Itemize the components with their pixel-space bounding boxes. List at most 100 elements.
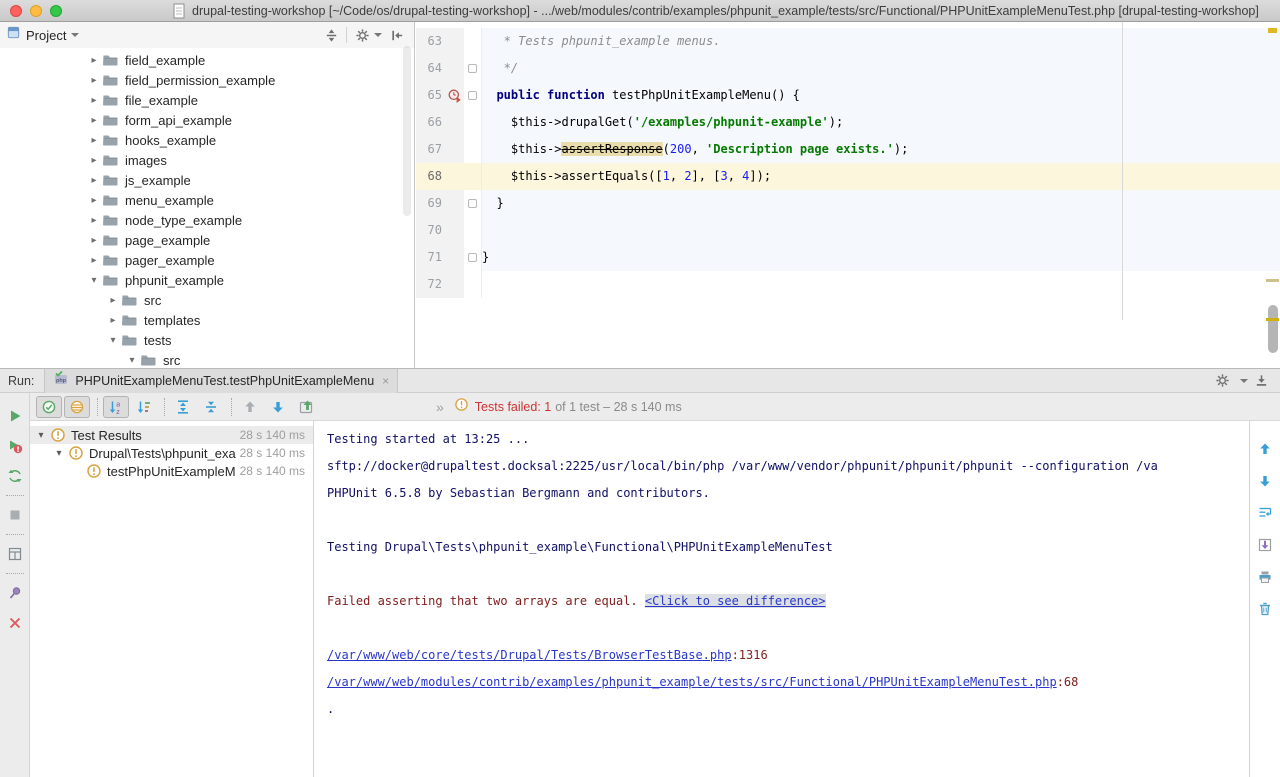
chevron-right-icon[interactable]: ▸ <box>86 115 102 126</box>
gear-icon[interactable] <box>351 25 373 45</box>
scroll-to-end-icon[interactable] <box>1253 529 1277 561</box>
line-number: 68 <box>416 163 446 190</box>
chevron-right-icon[interactable]: ▸ <box>86 95 102 106</box>
hide-window-icon[interactable] <box>1248 370 1274 392</box>
close-icon[interactable] <box>3 608 27 638</box>
gear-icon[interactable] <box>1209 370 1235 392</box>
project-scrollbar[interactable] <box>403 46 411 216</box>
project-tree-item[interactable]: ▸templates <box>0 310 414 330</box>
code-line[interactable]: */ <box>482 55 1280 82</box>
code-line[interactable]: * Tests phpunit_example menus. <box>482 28 1280 55</box>
warning-stripe-mark[interactable] <box>1268 28 1277 33</box>
close-tab-icon[interactable]: × <box>382 374 389 388</box>
console-link[interactable]: /var/www/web/modules/contrib/examples/ph… <box>327 675 1057 689</box>
chevrons-icon[interactable]: » <box>436 399 444 415</box>
chevron-right-icon[interactable]: ▸ <box>86 155 102 166</box>
project-tree-item[interactable]: ▸js_example <box>0 170 414 190</box>
project-tree-item[interactable]: ▸field_example <box>0 50 414 70</box>
chevron-right-icon[interactable]: ▸ <box>86 255 102 266</box>
code-line[interactable] <box>482 271 1280 298</box>
fold-marker-icon[interactable] <box>464 82 482 109</box>
collapse-all-icon[interactable] <box>198 396 224 418</box>
toggle-auto-test-icon[interactable] <box>3 461 27 491</box>
run-tab[interactable]: php PHPUnitExampleMenuTest.testPhpUnitEx… <box>44 369 398 393</box>
chevron-down-icon[interactable] <box>374 33 382 37</box>
show-ignored-icon[interactable] <box>64 396 90 418</box>
pin-tab-icon[interactable] <box>3 578 27 608</box>
show-passed-icon[interactable] <box>36 396 62 418</box>
project-tree-item[interactable]: ▸form_api_example <box>0 110 414 130</box>
project-tree-item[interactable]: ▸page_example <box>0 230 414 250</box>
test-tree-row[interactable]: ▾Drupal\Tests\phpunit_example\Functional… <box>30 444 313 462</box>
chevron-down-icon[interactable]: ▾ <box>50 448 68 459</box>
next-failed-test-icon[interactable] <box>265 396 291 418</box>
code-line[interactable] <box>482 217 1280 244</box>
test-failed-badge-icon <box>86 463 102 479</box>
fold-marker-icon[interactable] <box>464 244 482 271</box>
project-tree-item[interactable]: ▸pager_example <box>0 250 414 270</box>
sort-by-duration-icon[interactable] <box>131 396 157 418</box>
chevron-right-icon[interactable]: ▸ <box>86 55 102 66</box>
chevron-right-icon[interactable]: ▸ <box>105 315 121 326</box>
expand-all-icon[interactable] <box>170 396 196 418</box>
project-tree-item[interactable]: ▸node_type_example <box>0 210 414 230</box>
project-tree-item-label: hooks_example <box>125 133 216 148</box>
test-tree-row[interactable]: ▾Test Results28 s 140 ms <box>30 426 313 444</box>
chevron-right-icon[interactable]: ▸ <box>86 235 102 246</box>
code-line[interactable]: } <box>482 244 1280 271</box>
chevron-down-icon[interactable]: ▾ <box>124 355 140 366</box>
editor-scrollbar[interactable] <box>1268 305 1278 353</box>
chevron-right-icon[interactable]: ▸ <box>86 195 102 206</box>
project-tree-item[interactable]: ▸file_example <box>0 90 414 110</box>
import-test-results-icon[interactable] <box>293 396 319 418</box>
hide-panel-icon[interactable] <box>386 25 408 45</box>
chevron-down-icon[interactable]: ▾ <box>86 275 102 286</box>
project-tree-item[interactable]: ▸menu_example <box>0 190 414 210</box>
chevron-down-icon[interactable]: ▾ <box>32 430 50 441</box>
project-tree-item[interactable]: ▸field_permission_example <box>0 70 414 90</box>
chevron-right-icon[interactable]: ▸ <box>86 175 102 186</box>
rerun-failed-tests-icon[interactable] <box>3 431 27 461</box>
code-line[interactable]: $this->assertEquals([1, 2], [3, 4]); <box>482 163 1280 190</box>
console-link[interactable]: <Click to see difference> <box>645 594 826 608</box>
test-tree-row[interactable]: testPhpUnitExampleMenu28 s 140 ms <box>30 462 313 480</box>
project-tree-item[interactable]: ▸images <box>0 150 414 170</box>
chevron-down-icon[interactable]: ▾ <box>105 335 121 346</box>
folder-icon <box>102 132 120 148</box>
console-link[interactable]: /var/www/web/core/tests/Drupal/Tests/Bro… <box>327 648 732 662</box>
down-stack-trace-icon[interactable] <box>1253 465 1277 497</box>
project-tree-item[interactable]: ▸ hooks_example <box>0 130 414 150</box>
failed-test-clock-icon[interactable] <box>446 82 464 109</box>
chevron-right-icon[interactable]: ▸ <box>86 135 102 146</box>
close-window-button[interactable] <box>10 5 22 17</box>
project-tree-item[interactable]: ▾phpunit_example <box>0 270 414 290</box>
rerun-icon[interactable] <box>3 401 27 431</box>
soft-wrap-icon[interactable] <box>1253 497 1277 529</box>
code-line[interactable]: public function testPhpUnitExampleMenu()… <box>482 82 1280 109</box>
fold-marker-icon[interactable] <box>464 190 482 217</box>
chevron-down-icon[interactable] <box>1240 379 1248 383</box>
warning-stripe-mark[interactable] <box>1266 318 1279 321</box>
code-line[interactable]: } <box>482 190 1280 217</box>
chevron-right-icon[interactable]: ▸ <box>105 295 121 306</box>
code-line[interactable]: $this->drupalGet('/examples/phpunit-exam… <box>482 109 1280 136</box>
chevron-right-icon[interactable]: ▸ <box>86 215 102 226</box>
code-line[interactable]: $this->assertResponse(200, 'Description … <box>482 136 1280 163</box>
test-console-output[interactable]: Testing started at 13:25 ...sftp://docke… <box>313 421 1250 777</box>
chevron-down-icon[interactable] <box>71 33 79 37</box>
scroll-from-source-icon[interactable] <box>320 25 342 45</box>
print-icon[interactable] <box>1253 561 1277 593</box>
project-tree-item[interactable]: ▾tests <box>0 330 414 350</box>
minimize-window-button[interactable] <box>30 5 42 17</box>
warning-stripe-mark[interactable] <box>1266 279 1279 282</box>
sort-alphabetically-icon[interactable]: az <box>103 396 129 418</box>
project-tree-item[interactable]: ▾src <box>0 350 414 368</box>
zoom-window-button[interactable] <box>50 5 62 17</box>
restore-layout-icon[interactable] <box>3 539 27 569</box>
fold-marker-icon[interactable] <box>464 55 482 82</box>
up-stack-trace-icon[interactable] <box>1253 433 1277 465</box>
chevron-right-icon[interactable]: ▸ <box>86 75 102 86</box>
clear-all-icon[interactable] <box>1253 593 1277 625</box>
project-tree-item[interactable]: ▸src <box>0 290 414 310</box>
folder-icon <box>102 72 120 88</box>
